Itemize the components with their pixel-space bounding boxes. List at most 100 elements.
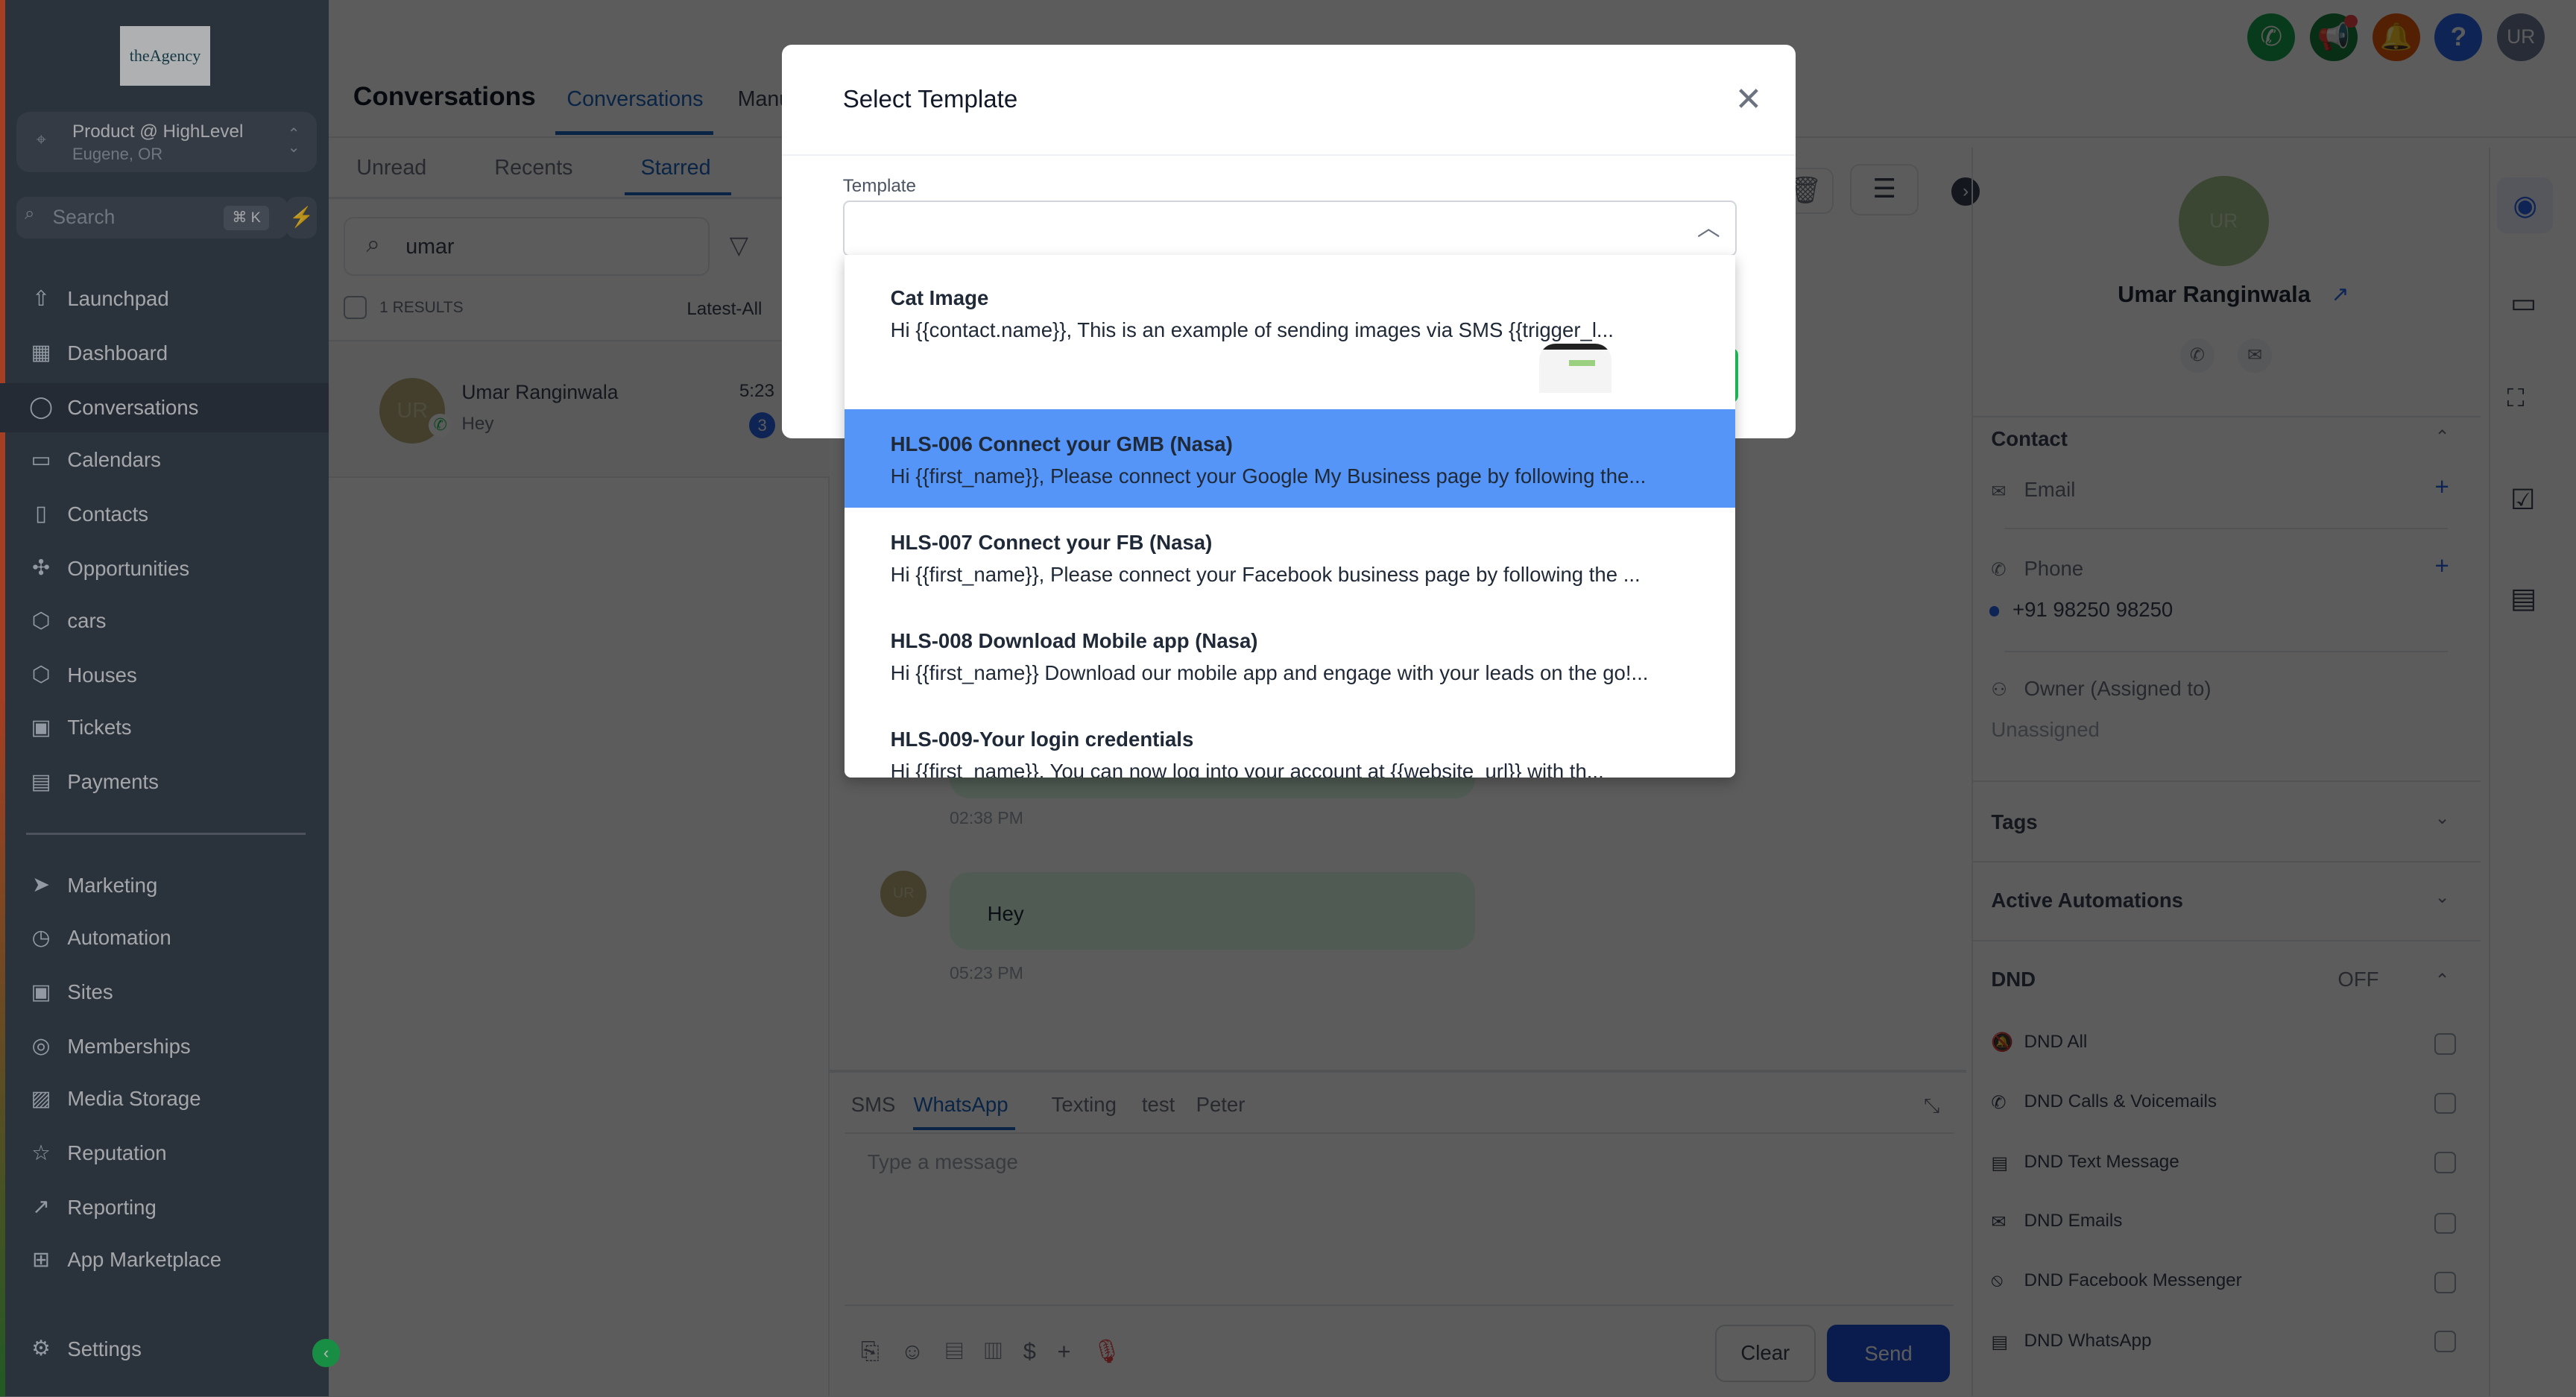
dnd-section-header[interactable]: DND bbox=[1991, 968, 2036, 991]
sidebar-item-sites[interactable]: ▣ Sites bbox=[0, 968, 329, 1017]
sidebar-item-launchpad[interactable]: ⇧ Launchpad bbox=[0, 274, 329, 324]
add-phone-icon[interactable]: + bbox=[2434, 552, 2449, 581]
bell-icon: 🔔 bbox=[2379, 22, 2413, 51]
select-all-checkbox[interactable] bbox=[343, 295, 367, 319]
dnd-emails-checkbox[interactable] bbox=[2434, 1212, 2457, 1234]
dnd-all-checkbox[interactable] bbox=[2434, 1033, 2457, 1056]
help-button[interactable]: ? bbox=[2434, 13, 2483, 61]
results-count: 1 RESULTS bbox=[379, 299, 464, 317]
clear-button[interactable]: Clear bbox=[1715, 1324, 1816, 1382]
close-button[interactable]: ✕ bbox=[1735, 81, 1763, 119]
dnd-text-checkbox[interactable] bbox=[2434, 1152, 2457, 1173]
composer-tab-peter[interactable]: Peter bbox=[1196, 1093, 1246, 1117]
composer-tab-sms[interactable]: SMS bbox=[851, 1093, 896, 1117]
calendar-icon[interactable]: ▭ bbox=[2510, 286, 2536, 319]
payments-icon: ▤ bbox=[31, 769, 51, 794]
sort-dropdown[interactable]: Latest-All bbox=[686, 299, 762, 320]
template-icon[interactable]: ▥ bbox=[985, 1338, 1023, 1364]
call-contact-icon[interactable]: ✆ bbox=[2179, 338, 2215, 373]
sidebar-item-tickets[interactable]: ▣ Tickets bbox=[0, 703, 329, 752]
template-option[interactable]: HLS-009-Your login credentials Hi {{firs… bbox=[845, 705, 1735, 778]
owner-select[interactable]: Unassigned bbox=[1991, 718, 2459, 742]
subtab-recents[interactable]: Recents bbox=[494, 156, 572, 180]
filter-button[interactable]: ☰ bbox=[1849, 164, 1919, 215]
focus-user-icon[interactable]: ⛶ bbox=[2507, 385, 2524, 413]
chevron-down-icon[interactable]: ⌄ bbox=[2434, 886, 2449, 908]
add-email-icon[interactable]: + bbox=[2434, 473, 2449, 502]
sidebar-item-dashboard[interactable]: ▦ Dashboard bbox=[0, 329, 329, 378]
template-option[interactable]: HLS-007 Connect your FB (Nasa) Hi {{firs… bbox=[845, 508, 1735, 606]
emoji-icon[interactable]: ☺ bbox=[900, 1338, 945, 1364]
reporting-icon: ↗ bbox=[32, 1195, 51, 1220]
plus-icon[interactable]: + bbox=[1058, 1338, 1093, 1364]
sidebar-item-marketing[interactable]: ➤ Marketing bbox=[0, 861, 329, 910]
sidebar-item-memberships[interactable]: ◎ Memberships bbox=[0, 1022, 329, 1071]
sidebar-item-label: Media Storage bbox=[67, 1087, 201, 1111]
conversation-row[interactable]: UR ✆ Umar Ranginwala Hey 5:23 3 bbox=[328, 340, 830, 479]
sidebar-item-automation[interactable]: ◷ Automation bbox=[0, 913, 329, 962]
collapse-sidebar-button[interactable]: ‹ bbox=[312, 1339, 341, 1367]
composer-tab-texting[interactable]: Texting bbox=[1052, 1093, 1117, 1117]
search-placeholder: Search bbox=[52, 205, 116, 228]
sidebar-item-contacts[interactable]: ▯ Contacts bbox=[0, 490, 329, 539]
conversation-search-input[interactable]: umar bbox=[343, 216, 710, 277]
phone-button[interactable]: ✆ bbox=[2247, 13, 2296, 61]
template-option[interactable]: HLS-008 Download Mobile app (Nasa) Hi {{… bbox=[845, 606, 1735, 704]
user-avatar[interactable]: UR bbox=[2497, 13, 2545, 61]
dollar-icon[interactable]: $ bbox=[1023, 1338, 1058, 1364]
composer-tab-whatsapp[interactable]: WhatsApp bbox=[913, 1093, 1008, 1117]
notes-icon[interactable]: ▤ bbox=[2510, 581, 2536, 614]
external-link-icon[interactable]: ↗ bbox=[2332, 281, 2349, 307]
chevron-up-icon[interactable]: ⌃ bbox=[2434, 969, 2449, 991]
sidebar-item-cars[interactable]: ⬡ cars bbox=[0, 596, 329, 646]
contact-details-tab[interactable]: ◉ bbox=[2497, 177, 2554, 233]
send-icon: ➤ bbox=[32, 873, 51, 898]
sidebar-item-houses[interactable]: ⬡ Houses bbox=[0, 651, 329, 700]
sidebar-item-app-marketplace[interactable]: ⊞ App Marketplace bbox=[0, 1235, 329, 1284]
phone-icon: ✆ bbox=[1991, 1092, 2007, 1113]
tab-conversations[interactable]: Conversations bbox=[566, 87, 703, 112]
message-input[interactable]: Type a message bbox=[868, 1150, 1944, 1298]
dnd-calls-checkbox[interactable] bbox=[2434, 1092, 2457, 1114]
contact-panel bbox=[1971, 148, 2481, 1397]
notifications-button[interactable]: 🔔 bbox=[2372, 13, 2420, 61]
contact-section-header[interactable]: Contact bbox=[1991, 427, 2068, 451]
quick-action-button[interactable]: ⚡ bbox=[285, 197, 318, 239]
dashboard-icon: ▦ bbox=[31, 341, 51, 365]
chevron-up-icon[interactable]: ⌃ bbox=[2434, 426, 2449, 448]
sidebar-item-payments[interactable]: ▤ Payments bbox=[0, 757, 329, 807]
sidebar-item-reputation[interactable]: ☆ Reputation bbox=[0, 1129, 329, 1178]
task-check-icon[interactable]: ☑ bbox=[2510, 483, 2536, 516]
sidebar-item-conversations[interactable]: ◯ Conversations bbox=[0, 382, 329, 432]
subtab-unread[interactable]: Unread bbox=[356, 156, 426, 180]
dnd-whatsapp-checkbox[interactable] bbox=[2434, 1331, 2457, 1352]
send-button[interactable]: Send bbox=[1826, 1324, 1951, 1382]
template-option[interactable]: Cat Image Hi {{contact.name}}, This is a… bbox=[845, 255, 1735, 409]
search-icon: ⌕ bbox=[25, 204, 35, 224]
subtab-starred[interactable]: Starred bbox=[641, 156, 711, 180]
location-switcher[interactable]: ⌖ Product @ HighLevel Eugene, OR ⌃ ⌄ bbox=[16, 111, 318, 173]
tags-section-header[interactable]: Tags bbox=[1991, 810, 2037, 834]
sidebar-item-settings[interactable]: ⚙ Settings bbox=[0, 1325, 329, 1374]
template-select[interactable] bbox=[842, 200, 1737, 256]
dnd-all: 🔕 DND All bbox=[1991, 1032, 2087, 1053]
document-icon[interactable]: ▤ bbox=[945, 1338, 984, 1364]
attachment-icon[interactable]: ⎘ bbox=[861, 1338, 900, 1364]
option-preview: Hi {{first_name}}, You can now log into … bbox=[890, 760, 1604, 778]
sidebar-item-calendars[interactable]: ▭ Calendars bbox=[0, 435, 329, 485]
dnd-facebook-checkbox[interactable] bbox=[2434, 1271, 2457, 1293]
sidebar-item-opportunities[interactable]: ✣ Opportunities bbox=[0, 544, 329, 593]
sidebar-item-reporting[interactable]: ↗ Reporting bbox=[0, 1183, 329, 1232]
message-icon: ▤ bbox=[1991, 1153, 2009, 1174]
template-option-highlighted[interactable]: HLS-006 Connect your GMB (Nasa) Hi {{fir… bbox=[844, 409, 1735, 508]
chevron-down-icon[interactable]: ⌄ bbox=[2434, 807, 2449, 829]
phone-value[interactable]: +91 98250 98250 bbox=[2012, 598, 2173, 622]
option-title: HLS-008 Download Mobile app (Nasa) bbox=[890, 629, 1258, 653]
chevron-up-icon[interactable]: ︿ bbox=[1697, 209, 1720, 242]
automations-section-header[interactable]: Active Automations bbox=[1991, 889, 2183, 912]
composer-tab-test[interactable]: test bbox=[1142, 1093, 1175, 1117]
collapse-composer-icon[interactable]: ⤡ bbox=[1924, 1094, 1939, 1118]
filter-icon[interactable]: ▽ bbox=[730, 230, 748, 260]
sidebar-item-media-storage[interactable]: ▨ Media Storage bbox=[0, 1074, 329, 1123]
microphone-icon[interactable]: 🎙 bbox=[1092, 1338, 1143, 1364]
